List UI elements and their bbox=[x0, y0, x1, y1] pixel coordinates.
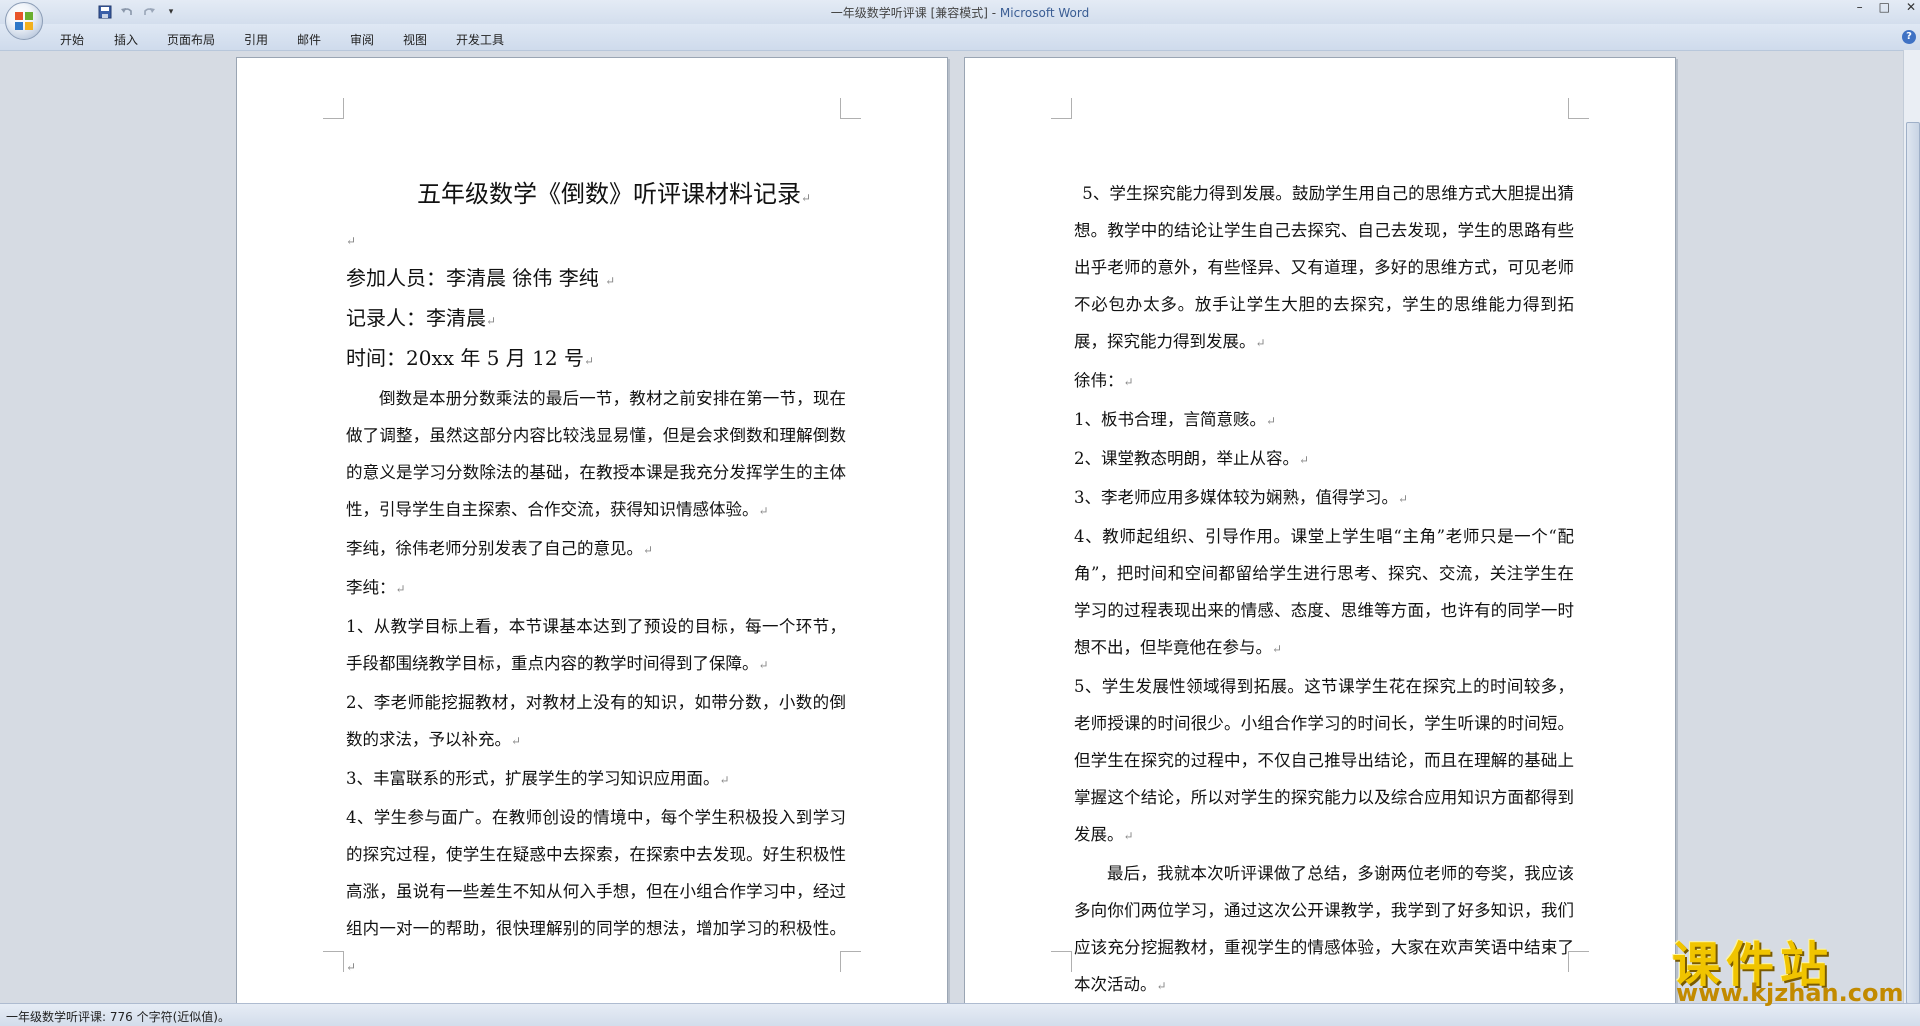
tab-references[interactable]: 引用 bbox=[244, 31, 268, 48]
window-controls: – □ ✕ bbox=[1857, 0, 1916, 16]
list-item: 2、李老师能挖掘教材，对教材上没有的知识，如带分数，小数的倒数的求法，予以补充。… bbox=[346, 693, 846, 749]
tab-insert[interactable]: 插入 bbox=[114, 31, 138, 48]
speaker-heading: 徐伟：↵ bbox=[1074, 371, 1134, 390]
office-logo-icon bbox=[15, 12, 33, 30]
crop-mark bbox=[1051, 98, 1072, 119]
list-item: 1、板书合理，言简意赅。↵ bbox=[1074, 410, 1277, 429]
status-word-count[interactable]: 一年级数学听评课: 776 个字符(近似值)。 bbox=[6, 1008, 230, 1025]
list-item: 5、学生探究能力得到发展。鼓励学生用自己的思维方式大胆提出猜想。教学中的结论让学… bbox=[1074, 184, 1574, 351]
crop-mark bbox=[323, 98, 344, 119]
document-page-1[interactable]: 五年级数学《倒数》听评课材料记录↵ ↵ 参加人员：李清晨 徐伟 李纯 ↵ 记录人… bbox=[236, 57, 948, 1005]
list-item: 2、课堂教态明朗，举止从容。↵ bbox=[1074, 449, 1310, 468]
scrollbar-thumb[interactable] bbox=[1906, 122, 1920, 1004]
document-title: 一年级数学听评课 [兼容模式] - bbox=[830, 6, 1000, 20]
close-button[interactable]: ✕ bbox=[1906, 0, 1916, 16]
speaker-heading: 李纯：↵ bbox=[346, 578, 406, 597]
participants-line: 参加人员：李清晨 徐伟 李纯 ↵ bbox=[346, 266, 616, 290]
app-name: Microsoft Word bbox=[999, 6, 1090, 20]
list-item: 4、学生参与面广。在教师创设的情境中，每个学生积极投入到学习的探究过程，使学生在… bbox=[346, 808, 846, 974]
list-item: 3、李老师应用多媒体较为娴熟，值得学习。↵ bbox=[1074, 488, 1409, 507]
title-bar: ▾ 一年级数学听评课 [兼容模式] - Microsoft Word – □ ✕ bbox=[0, 0, 1920, 24]
maximize-button[interactable]: □ bbox=[1879, 0, 1890, 16]
intro-paragraph: 倒数是本册分数乘法的最后一节，教材之前安排在第一节，现在做了调整，虽然这部分内容… bbox=[346, 389, 846, 519]
minimize-button[interactable]: – bbox=[1857, 0, 1863, 16]
watermark-url: www.kjzhan.com bbox=[1676, 979, 1904, 1007]
tab-review[interactable]: 审阅 bbox=[350, 31, 374, 48]
crop-mark bbox=[1568, 98, 1589, 119]
office-button[interactable] bbox=[5, 2, 43, 40]
page-1-text[interactable]: 五年级数学《倒数》听评课材料记录↵ ↵ 参加人员：李清晨 徐伟 李纯 ↵ 记录人… bbox=[346, 173, 846, 986]
page-2-text[interactable]: 5、学生探究能力得到发展。鼓励学生用自己的思维方式大胆提出猜想。教学中的结论让学… bbox=[1074, 175, 1574, 1004]
vertical-scrollbar[interactable] bbox=[1903, 50, 1920, 1012]
tab-page-layout[interactable]: 页面布局 bbox=[167, 31, 215, 48]
tab-mailings[interactable]: 邮件 bbox=[297, 31, 321, 48]
list-item: 1、从教学目标上看，本节课基本达到了预设的目标，每一个环节，手段都围绕教学目标，… bbox=[346, 617, 846, 673]
crop-mark bbox=[323, 951, 344, 972]
closing-paragraph: 最后，我就本次听评课做了总结，多谢两位老师的夸奖，我应该多向你们两位学习，通过这… bbox=[1074, 864, 1574, 994]
help-icon[interactable]: ? bbox=[1902, 30, 1916, 44]
site-watermark-logo: 课件站 www.kjzhan.com bbox=[1672, 925, 1903, 1007]
tab-developer[interactable]: 开发工具 bbox=[456, 31, 504, 48]
crop-mark bbox=[1051, 951, 1072, 972]
time-line: 时间：20xx 年 5 月 12 号↵ bbox=[346, 346, 595, 370]
document-page-2[interactable]: 5、学生探究能力得到发展。鼓励学生用自己的思维方式大胆提出猜想。教学中的结论让学… bbox=[964, 57, 1676, 1005]
ribbon-tabs: 开始 插入 页面布局 引用 邮件 审阅 视图 开发工具 ? bbox=[0, 24, 1920, 51]
window-title: 一年级数学听评课 [兼容模式] - Microsoft Word bbox=[0, 4, 1920, 21]
crop-mark bbox=[840, 98, 861, 119]
recorder-line: 记录人：李清晨↵ bbox=[346, 306, 497, 330]
list-item: 4、教师起组织、引导作用。课堂上学生唱“主角”老师只是一个“配角”，把时间和空间… bbox=[1074, 527, 1574, 657]
tab-view[interactable]: 视图 bbox=[403, 31, 427, 48]
tab-home[interactable]: 开始 bbox=[60, 31, 84, 48]
list-item: 5、学生发展性领域得到拓展。这节课学生花在探究上的时间较多，老师授课的时间很少。… bbox=[1074, 677, 1574, 844]
document-heading: 五年级数学《倒数》听评课材料记录↵ bbox=[416, 180, 812, 208]
status-bar: 一年级数学听评课: 776 个字符(近似值)。 bbox=[0, 1003, 1920, 1026]
list-item: 3、丰富联系的形式，扩展学生的学习知识应用面。↵ bbox=[346, 769, 730, 788]
empty-paragraph: ↵ bbox=[346, 234, 357, 248]
body-paragraph: 李纯，徐伟老师分别发表了自己的意见。↵ bbox=[346, 539, 654, 558]
